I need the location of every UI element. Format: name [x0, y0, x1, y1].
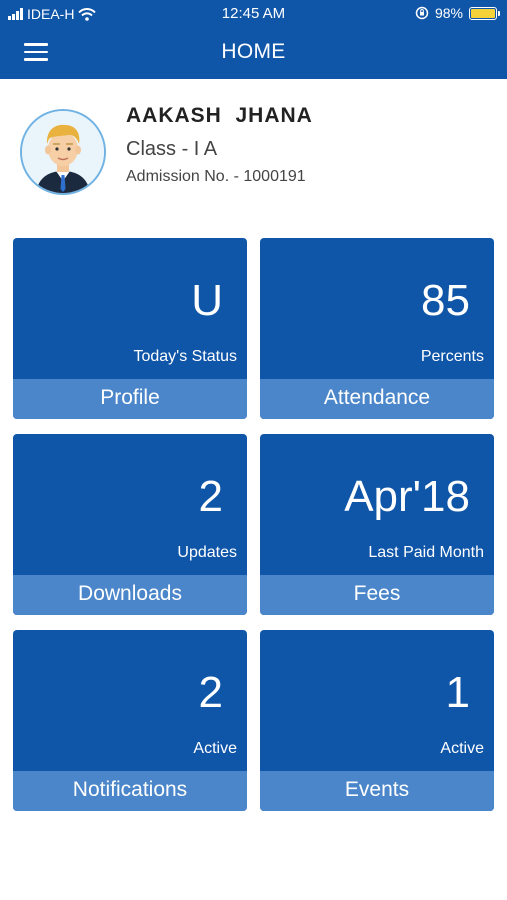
- tile-label: Fees: [260, 575, 494, 615]
- student-avatar: [20, 109, 106, 195]
- tile-subtitle: Percents: [420, 348, 484, 365]
- admission-number: Admission No. - 1000191: [126, 168, 306, 185]
- student-class: Class - I A: [126, 138, 218, 160]
- tile-label: Downloads: [13, 575, 247, 615]
- status-right: 98%: [415, 5, 500, 21]
- tile-downloads[interactable]: 2 Updates Downloads: [13, 434, 247, 615]
- app-header: IDEA-H 12:45 AM 98% HOME: [0, 0, 507, 79]
- tile-value: 85: [421, 276, 470, 325]
- tile-attendance[interactable]: 85 Percents Attendance: [260, 238, 494, 419]
- tile-profile[interactable]: U Today's Status Profile: [13, 238, 247, 419]
- tile-label: Events: [260, 771, 494, 811]
- status-bar: IDEA-H 12:45 AM 98%: [0, 0, 507, 28]
- tile-subtitle: Updates: [177, 544, 237, 561]
- battery-icon: [469, 6, 500, 20]
- rotation-lock-icon: [415, 6, 429, 20]
- tile-value: 2: [198, 472, 223, 521]
- nav-bar: HOME: [0, 28, 507, 79]
- tile-label: Attendance: [260, 379, 494, 419]
- tile-label: Profile: [13, 379, 247, 419]
- tile-value: Apr'18: [344, 472, 470, 521]
- tile-events[interactable]: 1 Active Events: [260, 630, 494, 811]
- tile-subtitle: Last Paid Month: [368, 544, 484, 561]
- tile-label: Notifications: [13, 771, 247, 811]
- tile-subtitle: Active: [193, 740, 237, 757]
- profile-card: AAKASH JHANA Class - I A Admission No. -…: [0, 100, 507, 210]
- tile-fees[interactable]: Apr'18 Last Paid Month Fees: [260, 434, 494, 615]
- battery-percent: 98%: [434, 5, 463, 21]
- tile-value: U: [191, 276, 223, 325]
- page-title: HOME: [221, 40, 286, 63]
- tile-value: 1: [445, 668, 470, 717]
- tile-subtitle: Active: [440, 740, 484, 757]
- student-name: AAKASH JHANA: [126, 104, 313, 127]
- tile-subtitle: Today's Status: [133, 348, 237, 365]
- tile-value: 2: [198, 668, 223, 717]
- tile-notifications[interactable]: 2 Active Notifications: [13, 630, 247, 811]
